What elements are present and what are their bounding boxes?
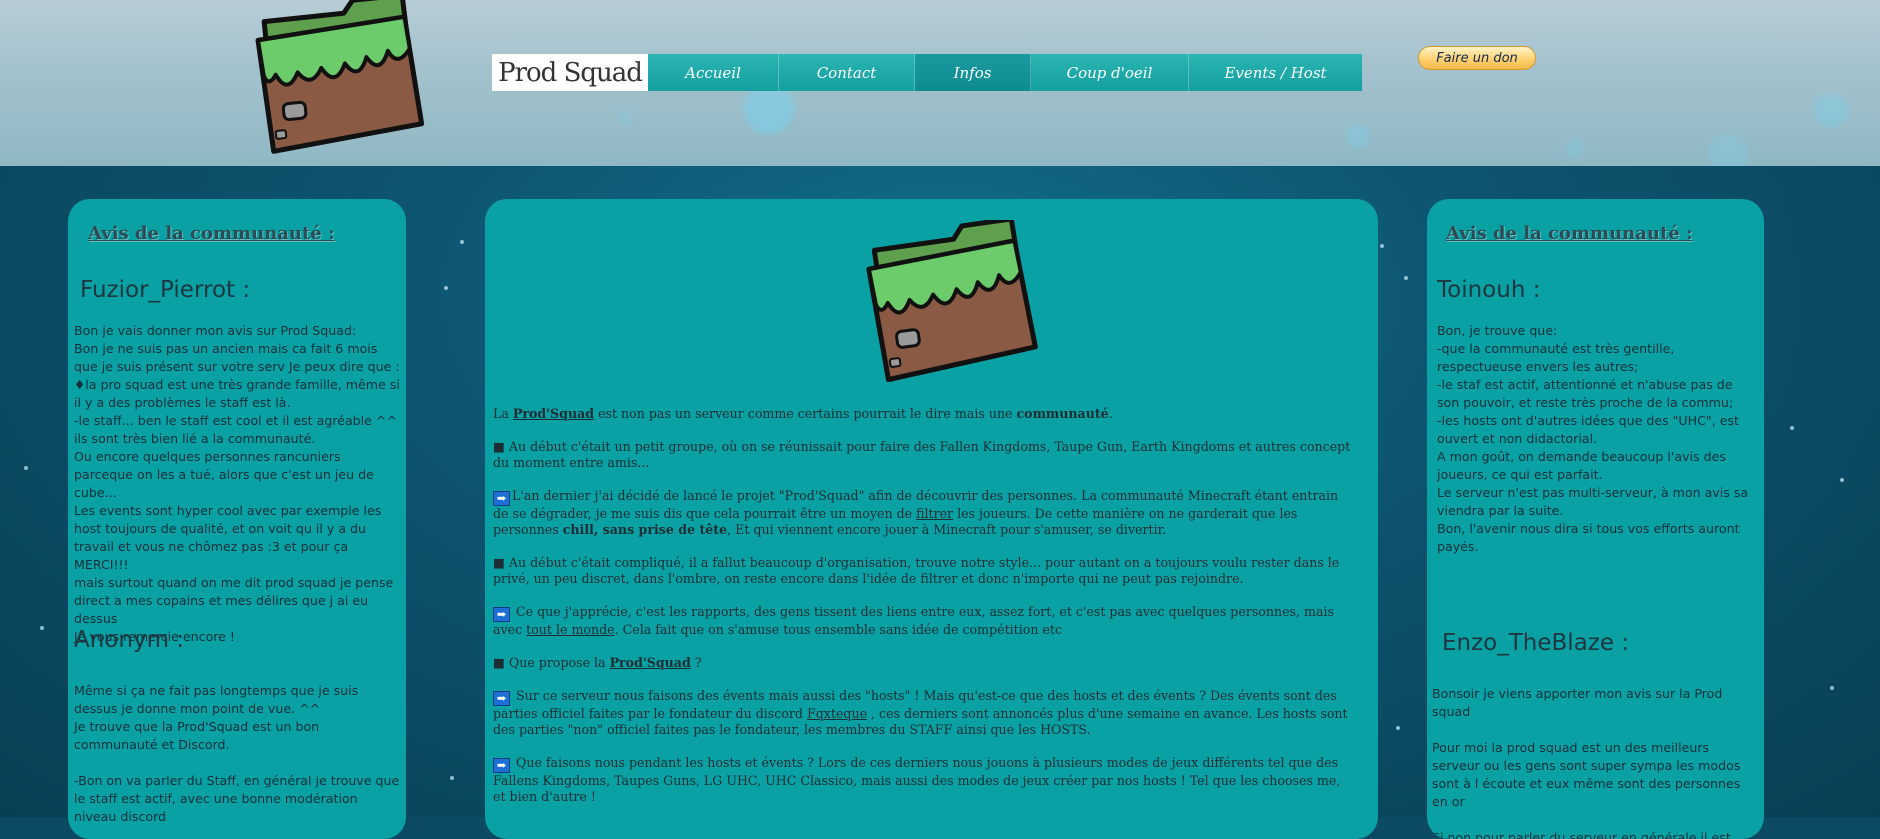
right-review-panel: Avis de la communauté : Toinouh : Bon, j…: [1427, 199, 1764, 839]
review-text: Même si ça ne fait pas longtemps que je …: [74, 683, 400, 824]
panel-title: Avis de la communauté :: [88, 223, 335, 244]
nav-item-contact[interactable]: Contact: [779, 54, 915, 91]
nav-item-accueil[interactable]: Accueil: [648, 54, 779, 91]
reviewer-name: Anonym :: [74, 627, 185, 653]
panel-title: Avis de la communauté :: [1446, 223, 1693, 244]
donate-button[interactable]: Faire un don: [1418, 46, 1536, 70]
arrow-right-icon: ➡: [493, 491, 510, 506]
reviewer-name: Enzo_TheBlaze :: [1442, 630, 1630, 656]
review-text: Bonsoir je viens apporter mon avis sur l…: [1432, 686, 1741, 839]
reviewer-name: Fuzior_Pierrot :: [80, 277, 251, 303]
review-text: Bon, je trouve que: -que la communauté e…: [1437, 323, 1749, 554]
arrow-right-icon: ➡: [493, 758, 510, 773]
grass-block-folder-icon: [255, 0, 425, 154]
left-review-panel: Avis de la communauté : Fuzior_Pierrot :…: [68, 199, 406, 839]
site-logo[interactable]: [232, 0, 432, 158]
fqxteque-link[interactable]: Fqxteque: [807, 706, 867, 721]
prodsquad-link[interactable]: Prod'Squad: [513, 406, 594, 421]
filtrer-link[interactable]: filtrer: [916, 506, 953, 521]
modes-paragraph: ➡ Que faisons nous pendant les hosts et …: [493, 755, 1341, 804]
review-text: Bon je vais donner mon avis sur Prod Squ…: [74, 323, 400, 644]
prodsquad-link[interactable]: Prod'Squad: [610, 655, 691, 670]
history-paragraph: ■ Au début c'était un petit groupe, où o…: [493, 439, 1351, 470]
intro-paragraph: La Prod'Squad est non pas un serveur com…: [493, 406, 1113, 421]
arrow-right-icon: ➡: [493, 607, 510, 622]
nav-item-infos[interactable]: Infos: [915, 54, 1031, 91]
reviewer-name: Toinouh :: [1437, 277, 1541, 303]
events-paragraph: ➡ Sur ce serveur nous faisons des évents…: [493, 688, 1348, 737]
brand-title[interactable]: Prod Squad: [492, 54, 648, 91]
nav-item-coup-doeil[interactable]: Coup d'oeil: [1031, 54, 1189, 91]
appreciation-paragraph: ➡ Ce que j'apprécie, c'est les rapports,…: [493, 604, 1334, 637]
main-nav: Prod Squad Accueil Contact Infos Coup d'…: [492, 54, 1362, 91]
project-paragraph: ➡ L'an dernier j'ai décidé de lancé le pr…: [493, 488, 1339, 537]
beginning-paragraph: ■ Au début c'était compliqué, il a fallu…: [493, 555, 1340, 586]
tout-le-monde-link[interactable]: tout le monde: [526, 622, 614, 637]
nav-menu: Accueil Contact Infos Coup d'oeil Events…: [648, 54, 1362, 91]
nav-item-events-host[interactable]: Events / Host: [1189, 54, 1362, 91]
question-paragraph: ■ Que propose la Prod'Squad ?: [493, 655, 702, 670]
info-article: La Prod'Squad est non pas un serveur com…: [493, 406, 1351, 822]
grass-block-folder-icon: [866, 216, 1038, 383]
arrow-right-icon: ➡: [493, 691, 510, 706]
center-logo: [846, 216, 1046, 383]
